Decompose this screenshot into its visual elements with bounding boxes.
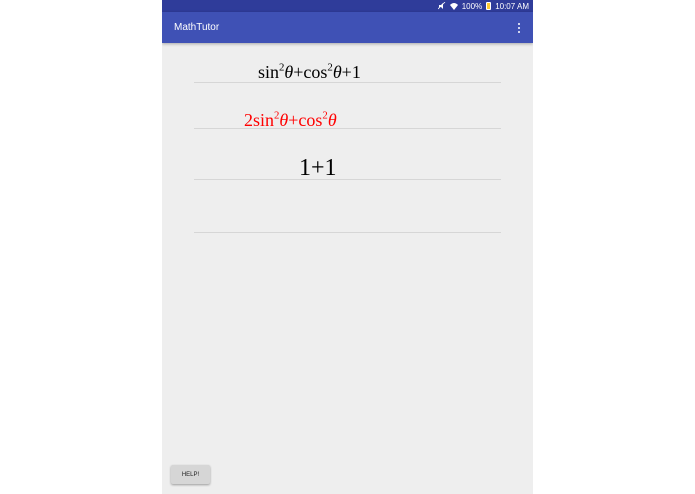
expression-1-part: sin [258, 62, 280, 82]
expression-1-theta: θ [332, 62, 342, 82]
writing-line-4 [194, 232, 501, 233]
expression-1-theta: θ [284, 62, 294, 82]
expression-3-part: 1+1 [299, 155, 337, 181]
app-title: MathTutor [174, 22, 220, 33]
writing-line-2 [194, 128, 501, 129]
clock: 10:07 AM [495, 1, 529, 11]
mute-icon [437, 2, 446, 10]
app-screen: 100% 10:07 AM MathTutor sin2θ+cos2θ+1 2s… [162, 0, 533, 494]
expression-1[interactable]: sin2θ+cos2θ+1 [258, 62, 361, 83]
overflow-menu-icon[interactable] [515, 20, 523, 36]
expression-3[interactable]: 1+1 [299, 155, 337, 182]
expression-1-part: +cos [293, 62, 328, 82]
battery-percent: 100% [461, 1, 483, 11]
wifi-icon [449, 2, 458, 10]
expression-1-part: +1 [341, 62, 361, 82]
writing-line-1 [194, 82, 501, 83]
expression-2-part: +cos [288, 110, 323, 130]
help-button[interactable]: HELP! [171, 465, 210, 484]
app-bar: MathTutor [162, 12, 533, 43]
expression-2-theta: θ [279, 110, 289, 130]
expression-2-part: 2sin [244, 110, 275, 130]
status-bar: 100% 10:07 AM [162, 0, 533, 12]
writing-line-3 [194, 179, 501, 180]
battery-icon [486, 2, 492, 10]
expression-2-theta: θ [327, 110, 337, 130]
